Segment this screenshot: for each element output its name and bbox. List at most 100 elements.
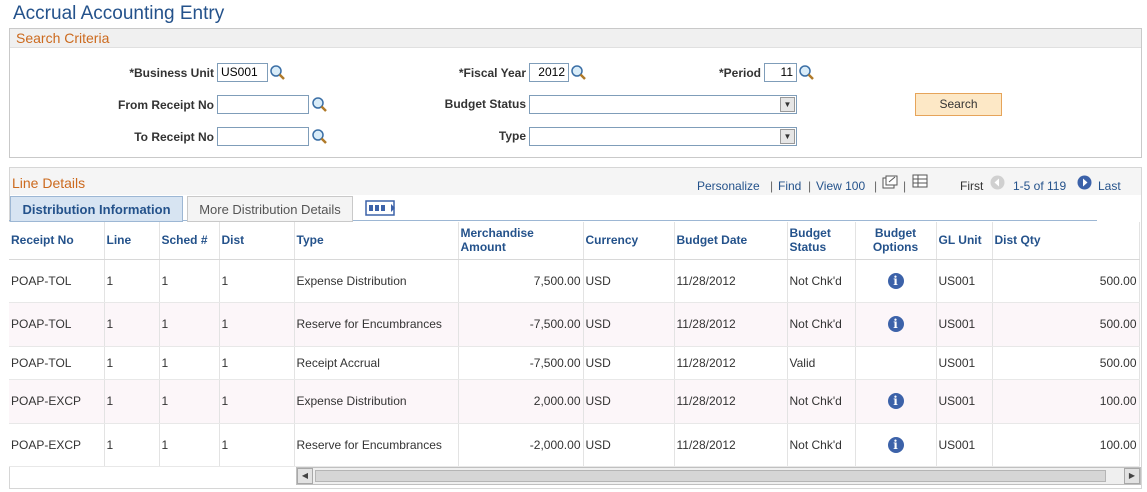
- col-header-line[interactable]: Line: [104, 222, 160, 260]
- cell-receipt-no: POAP-TOL: [9, 346, 105, 380]
- distribution-table: Receipt No Line Sched # Dist Type Mercha…: [9, 222, 1140, 467]
- business-unit-lookup-icon[interactable]: [269, 64, 286, 81]
- fiscal-year-lookup-icon[interactable]: [570, 64, 587, 81]
- page-title: Accrual Accounting Entry: [13, 3, 225, 24]
- business-unit-field[interactable]: US001: [217, 63, 268, 82]
- period-lookup-icon[interactable]: [798, 64, 815, 81]
- cell-sched: 1: [159, 302, 220, 347]
- cell-budget-date: 11/28/2012: [674, 379, 788, 424]
- fiscal-year-field[interactable]: 2012: [529, 63, 569, 82]
- col-header-merchandise-amount[interactable]: Merchandise Amount: [458, 222, 584, 260]
- cell-type: Reserve for Encumbrances: [294, 302, 459, 347]
- cell-budget-date: 11/28/2012: [674, 259, 788, 303]
- from-receipt-lookup-icon[interactable]: [311, 96, 328, 113]
- cell-merchandise-amount: 2,000.00: [458, 379, 584, 424]
- chevron-down-icon[interactable]: ▼: [780, 129, 795, 144]
- cell-type: Expense Distribution: [294, 379, 459, 424]
- budget-status-select[interactable]: ▼: [529, 95, 797, 114]
- cell-dist-qty: 100.00: [992, 423, 1140, 467]
- last-link[interactable]: Last: [1098, 179, 1121, 193]
- table-row: POAP-TOL 1 1 1 Reserve for Encumbrances -7,50…: [9, 302, 1140, 347]
- horizontal-scrollbar[interactable]: ◀ ▶: [296, 467, 1141, 485]
- separator: |: [903, 179, 907, 193]
- scroll-thumb[interactable]: [315, 470, 1106, 482]
- cell-line: 1: [104, 346, 160, 380]
- cell-type: Reserve for Encumbrances: [294, 423, 459, 467]
- col-header-budget-date[interactable]: Budget Date: [674, 222, 788, 260]
- next-icon[interactable]: [1077, 175, 1092, 190]
- cell-budget-options: i: [855, 259, 937, 303]
- cell-receipt-no: POAP-TOL: [9, 302, 105, 347]
- col-header-budget-status[interactable]: Budget Status: [787, 222, 856, 260]
- budget-options-info-icon[interactable]: i: [887, 316, 904, 332]
- cell-type: Receipt Accrual: [294, 346, 459, 380]
- line-details-title: Line Details: [12, 175, 86, 191]
- to-receipt-field[interactable]: [217, 127, 309, 146]
- tab-more-distribution-details[interactable]: More Distribution Details: [187, 196, 353, 222]
- budget-options-info-icon[interactable]: i: [887, 393, 904, 409]
- col-header-gl-unit[interactable]: GL Unit: [936, 222, 993, 260]
- budget-status-label: Budget Status: [444, 97, 526, 111]
- chevron-down-icon[interactable]: ▼: [780, 97, 795, 112]
- show-all-columns-icon[interactable]: [365, 199, 397, 217]
- cell-dist-qty: 500.00: [992, 259, 1140, 303]
- new-window-icon[interactable]: [882, 175, 898, 189]
- cell-currency: USD: [583, 346, 675, 380]
- download-grid-icon[interactable]: [912, 174, 928, 188]
- cell-currency: USD: [583, 259, 675, 303]
- cell-merchandise-amount: -2,000.00: [458, 423, 584, 467]
- search-button[interactable]: Search: [915, 93, 1002, 116]
- col-header-dist-qty[interactable]: Dist Qty: [992, 222, 1140, 260]
- col-header-sched[interactable]: Sched #: [159, 222, 220, 260]
- cell-dist-qty: 100.00: [992, 379, 1140, 424]
- cell-budget-status: Not Chk'd: [787, 379, 856, 424]
- cell-budget-date: 11/28/2012: [674, 346, 788, 380]
- cell-dist-qty: 500.00: [992, 302, 1140, 347]
- cell-dist: 1: [219, 259, 295, 303]
- row-range: 1-5 of 119: [1013, 179, 1067, 193]
- cell-budget-status: Not Chk'd: [787, 423, 856, 467]
- col-header-type[interactable]: Type: [294, 222, 459, 260]
- cell-budget-options: i: [855, 302, 937, 347]
- scroll-left-icon[interactable]: ◀: [297, 468, 313, 484]
- budget-options-info-icon[interactable]: i: [887, 436, 904, 453]
- cell-dist: 1: [219, 302, 295, 347]
- cell-gl-unit: US001: [936, 302, 993, 347]
- scroll-right-icon[interactable]: ▶: [1124, 468, 1140, 484]
- col-header-dist[interactable]: Dist: [219, 222, 295, 260]
- type-label: Type: [498, 129, 526, 143]
- cell-budget-status: Not Chk'd: [787, 259, 856, 303]
- cell-dist: 1: [219, 423, 295, 467]
- table-row: POAP-EXCP 1 1 1 Reserve for Encumbrances -2,0…: [9, 423, 1140, 467]
- cell-currency: USD: [583, 379, 675, 424]
- col-header-receipt-no[interactable]: Receipt No: [9, 222, 105, 260]
- budget-options-info-icon[interactable]: i: [887, 272, 904, 289]
- find-link[interactable]: Find: [778, 179, 801, 193]
- cell-gl-unit: US001: [936, 379, 993, 424]
- search-criteria-header: Search Criteria: [10, 29, 1141, 48]
- cell-dist: 1: [219, 346, 295, 380]
- cell-receipt-no: POAP-EXCP: [9, 423, 105, 467]
- view-100-link[interactable]: View 100: [816, 179, 865, 193]
- cell-budget-options: i: [855, 423, 937, 467]
- first-label: First: [960, 179, 984, 193]
- personalize-link[interactable]: Personalize: [697, 179, 760, 193]
- tab-distribution-information[interactable]: Distribution Information: [10, 196, 183, 222]
- cell-currency: USD: [583, 302, 675, 347]
- cell-line: 1: [104, 302, 160, 347]
- previous-icon[interactable]: [990, 175, 1005, 190]
- period-field[interactable]: 11: [764, 63, 797, 82]
- separator: |: [770, 179, 774, 193]
- col-header-currency[interactable]: Currency: [583, 222, 675, 260]
- cell-gl-unit: US001: [936, 423, 993, 467]
- to-receipt-lookup-icon[interactable]: [311, 128, 328, 145]
- cell-merchandise-amount: 7,500.00: [458, 259, 584, 303]
- cell-budget-options: [855, 346, 937, 380]
- to-receipt-label: To Receipt No: [134, 130, 214, 144]
- cell-receipt-no: POAP-EXCP: [9, 379, 105, 424]
- separator: |: [808, 179, 812, 193]
- type-select[interactable]: ▼: [529, 127, 797, 146]
- from-receipt-field[interactable]: [217, 95, 309, 114]
- cell-merchandise-amount: -7,500.00: [458, 302, 584, 347]
- cell-line: 1: [104, 379, 160, 424]
